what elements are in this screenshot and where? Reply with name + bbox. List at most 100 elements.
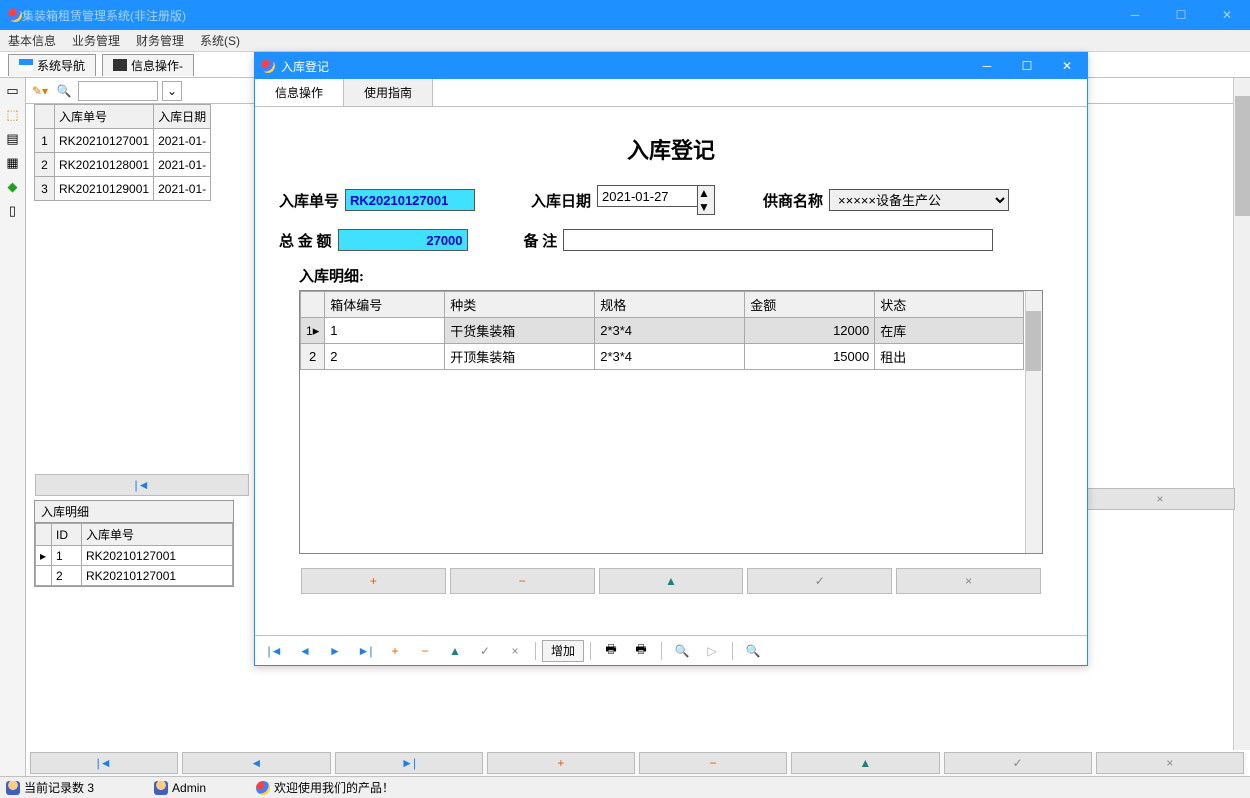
dialog-close[interactable]: ✕ xyxy=(1047,53,1087,79)
nav-close-back[interactable]: × xyxy=(1085,488,1235,510)
input-date[interactable] xyxy=(597,185,697,207)
input-doc-no[interactable] xyxy=(345,189,475,211)
back-grid[interactable]: 入库单号入库日期 1RK202101270012021-01- 2RK20210… xyxy=(34,104,234,201)
col-status[interactable]: 状态 xyxy=(875,292,1024,318)
edit-button[interactable]: ✎▾ xyxy=(30,81,50,101)
search-button[interactable]: 🔍 xyxy=(54,81,74,101)
menubar: 基本信息 业务管理 财务管理 系统(S) xyxy=(0,30,1250,52)
dlg-nav-prev[interactable]: ◄ xyxy=(291,640,319,662)
dlg-nav-last[interactable]: ►| xyxy=(351,640,379,662)
minimize-button[interactable]: ─ xyxy=(1112,0,1158,30)
cell-no-1[interactable]: 1 xyxy=(325,318,445,344)
menu-system[interactable]: 系统(S) xyxy=(200,32,240,49)
dlg-print[interactable]: 🖶 xyxy=(597,640,625,662)
col-detail-id[interactable]: ID xyxy=(52,524,82,546)
main-nav-add[interactable]: + xyxy=(487,752,635,774)
vbtn-2[interactable]: ⬚ xyxy=(4,106,22,124)
nav-first[interactable]: |◄ xyxy=(35,474,249,496)
col-type[interactable]: 种类 xyxy=(445,292,595,318)
detail-cancel[interactable]: × xyxy=(896,568,1041,594)
detail-grid[interactable]: 箱体编号 种类 规格 金额 状态 1▸ 1 干货集装箱 2*3*4 12000 … xyxy=(299,290,1043,554)
col-date[interactable]: 入库日期 xyxy=(154,105,211,129)
maximize-button[interactable]: ☐ xyxy=(1158,0,1204,30)
cell-type-2[interactable]: 开顶集装箱 xyxy=(445,344,595,370)
dialog-heading: 入库登记 xyxy=(269,133,1073,165)
dlg-search[interactable]: 🔍 xyxy=(668,640,696,662)
user-label: Admin xyxy=(172,781,206,795)
detail-add[interactable]: + xyxy=(301,568,446,594)
main-nav-up[interactable]: ▲ xyxy=(791,752,939,774)
main-nav-del[interactable]: − xyxy=(639,752,787,774)
detail-panel: 入库明细 ID入库单号 ▸1RK20210127001 2RK202101270… xyxy=(34,500,234,587)
vbtn-4[interactable]: ▦ xyxy=(4,154,22,172)
col-amount[interactable]: 金额 xyxy=(745,292,875,318)
main-nav-prev[interactable]: ◄ xyxy=(182,752,330,774)
label-remark: 备 注 xyxy=(524,230,558,251)
detail-heading: 入库明细 xyxy=(35,501,233,523)
menu-business[interactable]: 业务管理 xyxy=(72,32,120,49)
user-icon xyxy=(154,781,168,795)
label-supplier: 供商名称 xyxy=(763,190,823,211)
col-container-no[interactable]: 箱体编号 xyxy=(325,292,445,318)
vbtn-3[interactable]: ▤ xyxy=(4,130,22,148)
dlg-nav-next[interactable]: ► xyxy=(321,640,349,662)
cell-spec-2[interactable]: 2*3*4 xyxy=(595,344,745,370)
input-remark[interactable] xyxy=(563,229,993,251)
main-nav-last[interactable]: ►| xyxy=(335,752,483,774)
dlg-play[interactable]: ▷ xyxy=(698,640,726,662)
vbtn-5[interactable]: ◆ xyxy=(4,178,22,196)
filter-input[interactable] xyxy=(78,81,158,101)
cell-no-2[interactable]: 2 xyxy=(325,344,445,370)
dropdown-icon[interactable]: ⌄ xyxy=(162,81,182,101)
main-nav-ok[interactable]: ✓ xyxy=(944,752,1092,774)
app-icon xyxy=(8,8,22,22)
select-supplier[interactable]: ×××××设备生产公 xyxy=(829,189,1009,211)
cell-amount-2[interactable]: 15000 xyxy=(745,344,875,370)
label-date: 入库日期 xyxy=(531,190,591,211)
col-doc-no[interactable]: 入库单号 xyxy=(55,105,154,129)
close-button[interactable]: ✕ xyxy=(1204,0,1250,30)
col-spec[interactable]: 规格 xyxy=(595,292,745,318)
dlg-cancel[interactable]: × xyxy=(501,640,529,662)
main-nav-first[interactable]: |◄ xyxy=(30,752,178,774)
main-title: 集装箱租赁管理系统(非注册版) xyxy=(22,7,1112,24)
dlg-del[interactable]: − xyxy=(411,640,439,662)
dialog-icon xyxy=(261,59,275,73)
date-spinner[interactable]: ▲▼ xyxy=(697,185,715,215)
detail-ok[interactable]: ✓ xyxy=(747,568,892,594)
cell-amount-1[interactable]: 12000 xyxy=(745,318,875,344)
dlg-up[interactable]: ▲ xyxy=(441,640,469,662)
dialog-minimize[interactable]: ─ xyxy=(967,53,1007,79)
cell-status-2[interactable]: 租出 xyxy=(875,344,1024,370)
main-scrollbar[interactable] xyxy=(1233,78,1250,750)
dlg-add[interactable]: + xyxy=(381,640,409,662)
records-label: 当前记录数 3 xyxy=(24,779,94,796)
detail-del[interactable]: − xyxy=(450,568,595,594)
cell-spec-1[interactable]: 2*3*4 xyxy=(595,318,745,344)
cell-status-1[interactable]: 在库 xyxy=(875,318,1024,344)
dlg-nav-first[interactable]: |◄ xyxy=(261,640,289,662)
dialog-tab-guide[interactable]: 使用指南 xyxy=(344,79,433,106)
dialog-tab-info[interactable]: 信息操作 xyxy=(255,79,344,106)
cell-type-1[interactable]: 干货集装箱 xyxy=(445,318,595,344)
dialog-titlebar[interactable]: 入库登记 ─ ☐ ✕ xyxy=(255,53,1087,79)
dlg-search2[interactable]: 🔍 xyxy=(739,640,767,662)
tab-sysnav[interactable]: 系统导航 xyxy=(8,54,96,76)
main-titlebar: 集装箱租赁管理系统(非注册版) ─ ☐ ✕ xyxy=(0,0,1250,30)
menu-finance[interactable]: 财务管理 xyxy=(136,32,184,49)
vertical-toolbar: ▭ ⬚ ▤ ▦ ◆ ▯ xyxy=(0,78,26,776)
dlg-add-text[interactable]: 增加 xyxy=(542,640,584,662)
input-total[interactable] xyxy=(338,229,468,251)
detail-up[interactable]: ▲ xyxy=(599,568,744,594)
grid-icon xyxy=(113,59,127,71)
main-nav-cancel[interactable]: × xyxy=(1096,752,1244,774)
dlg-print2[interactable]: 🖶 xyxy=(627,640,655,662)
col-detail-no[interactable]: 入库单号 xyxy=(82,524,233,546)
tab-infoop[interactable]: 信息操作- xyxy=(102,54,194,76)
vbtn-6[interactable]: ▯ xyxy=(4,202,22,220)
main-nav-strip: |◄ ◄ ►| + − ▲ ✓ × xyxy=(28,752,1246,776)
vbtn-1[interactable]: ▭ xyxy=(4,82,22,100)
menu-basic[interactable]: 基本信息 xyxy=(8,32,56,49)
dlg-ok[interactable]: ✓ xyxy=(471,640,499,662)
dialog-maximize[interactable]: ☐ xyxy=(1007,53,1047,79)
